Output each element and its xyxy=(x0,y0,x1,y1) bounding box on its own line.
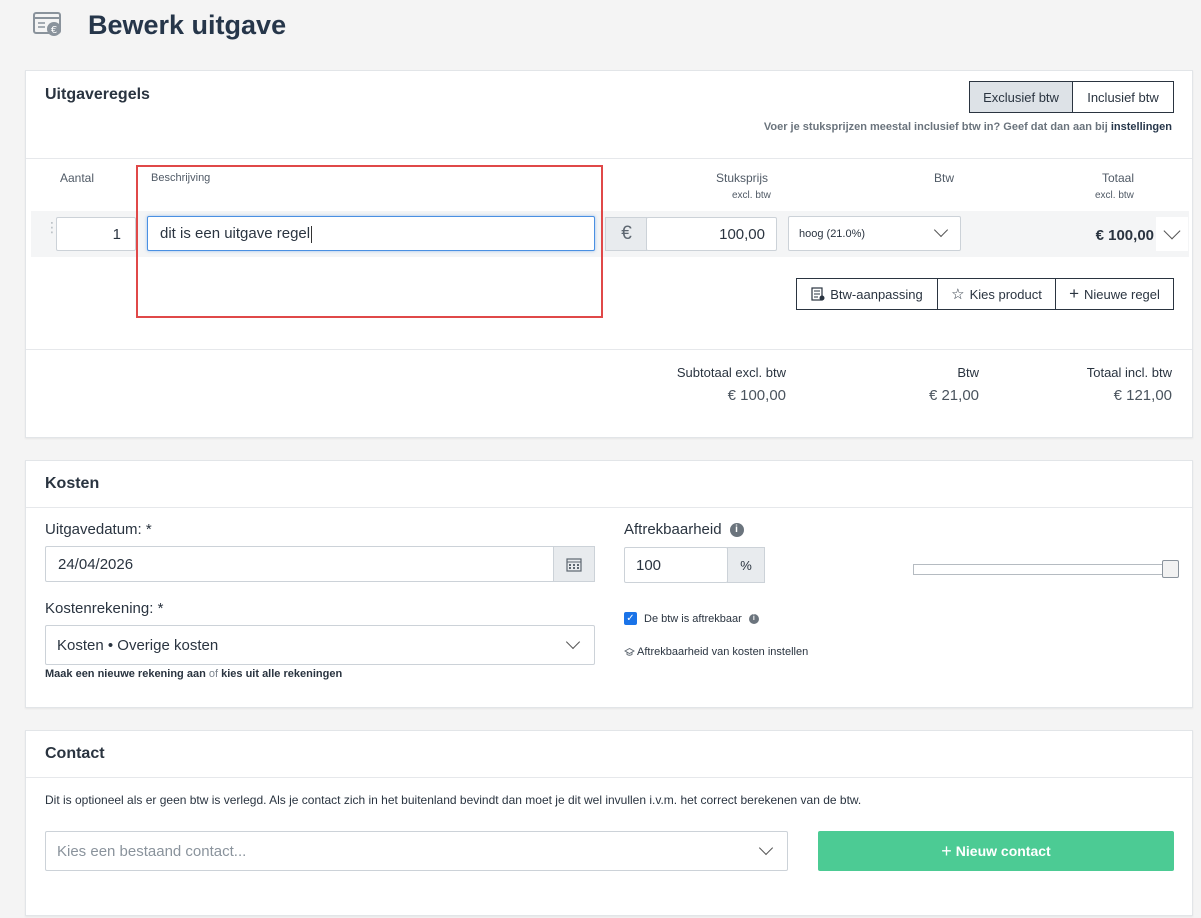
vat-deductible-checkbox[interactable]: ✓ xyxy=(624,612,637,625)
chevron-down-icon xyxy=(1163,222,1181,240)
exclusive-vat-button[interactable]: Exclusief btw xyxy=(970,82,1073,112)
summary-vat-value: € 21,00 xyxy=(928,387,979,404)
vat-adjust-button[interactable]: Btw-aanpassing xyxy=(796,278,938,310)
new-contact-button[interactable]: + Nieuw contact xyxy=(818,831,1174,871)
total-label: Totaal incl. btw xyxy=(1086,365,1172,380)
summary-vat-label: Btw xyxy=(957,365,979,380)
subtotal-value: € 100,00 xyxy=(727,387,786,404)
new-account-link[interactable]: Maak een nieuwe rekening aan xyxy=(45,668,206,680)
calendar-icon xyxy=(566,557,582,572)
chevron-down-icon xyxy=(758,840,774,856)
star-icon: ☆ xyxy=(951,286,965,303)
vat-mode-toggle: Exclusief btw Inclusief btw xyxy=(969,81,1174,113)
expense-lines-card: Uitgaveregels Exclusief btw Inclusief bt… xyxy=(25,70,1193,438)
plus-icon: + xyxy=(1069,284,1080,303)
inclusive-vat-button[interactable]: Inclusief btw xyxy=(1073,82,1173,112)
account-label: Kostenrekening: * xyxy=(45,600,164,617)
account-links: Maak een nieuwe rekening aan of kies uit… xyxy=(45,668,343,680)
row-total: € 100,00 xyxy=(1095,227,1154,244)
vat-deductible-label: De btw is aftrekbaar xyxy=(644,612,742,625)
new-line-button[interactable]: + Nieuwe regel xyxy=(1055,278,1174,310)
account-select[interactable]: Kosten • Overige kosten xyxy=(45,625,595,665)
vat-deductible-row: ✓ De btw is aftrekbaar i xyxy=(624,612,759,625)
currency-addon: € xyxy=(605,217,647,251)
contact-card: Contact Dit is optioneel als er geen btw… xyxy=(25,730,1193,916)
col-vat: Btw xyxy=(934,171,955,185)
contact-heading: Contact xyxy=(45,745,105,762)
deductibility-settings-link[interactable]: Aftrekbaarheid van kosten instellen xyxy=(624,646,808,658)
slider-fill xyxy=(914,565,1178,574)
date-input[interactable]: 24/04/2026 xyxy=(45,546,595,582)
expense-icon: € xyxy=(33,12,63,38)
deductibility-label: Aftrekbaarheid xyxy=(624,521,722,538)
divider xyxy=(26,349,1192,350)
date-label: Uitgavedatum: * xyxy=(45,521,152,538)
svg-text:€: € xyxy=(51,25,57,36)
divider xyxy=(26,158,1192,159)
graduation-cap-icon xyxy=(624,647,635,656)
info-icon[interactable]: i xyxy=(748,613,759,624)
vat-select[interactable]: hoog (21.0%) xyxy=(788,216,961,251)
col-total-sub: excl. btw xyxy=(1095,190,1134,201)
row-expand-button[interactable] xyxy=(1156,217,1188,251)
vat-hint: Voer je stuksprijzen meestal inclusief b… xyxy=(763,121,1172,133)
deductibility-input[interactable]: 100 xyxy=(624,547,728,583)
subtotal-label: Subtotaal excl. btw xyxy=(676,365,786,380)
col-unit-price-sub: excl. btw xyxy=(732,190,771,201)
unit-price-input[interactable]: 100,00 xyxy=(646,217,777,251)
costs-card: Kosten Uitgavedatum: * 24/04/2026 Kosten… xyxy=(25,460,1193,708)
divider xyxy=(26,507,1192,508)
divider xyxy=(26,777,1192,778)
calendar-button[interactable] xyxy=(553,546,595,582)
contact-description: Dit is optioneel als er geen btw is verl… xyxy=(45,793,862,807)
choose-all-accounts-link[interactable]: kies uit alle rekeningen xyxy=(221,668,342,680)
settings-link[interactable]: instellingen xyxy=(1111,121,1172,133)
col-total: Totaal xyxy=(1102,171,1135,185)
description-highlight xyxy=(136,165,603,318)
costs-heading: Kosten xyxy=(45,475,100,492)
info-icon[interactable]: i xyxy=(729,522,744,537)
col-unit-price: Stuksprijs xyxy=(716,171,769,185)
page-title: Bewerk uitgave xyxy=(88,10,287,40)
col-quantity: Aantal xyxy=(60,171,95,185)
total-value: € 121,00 xyxy=(1113,387,1172,404)
deductibility-label-row: Aftrekbaarheid i xyxy=(624,521,744,538)
expense-lines-heading: Uitgaveregels xyxy=(45,86,150,103)
receipt-icon xyxy=(811,287,825,301)
contact-select[interactable]: Kies een bestaand contact... xyxy=(45,831,788,871)
choose-product-button[interactable]: ☆ Kies product xyxy=(937,278,1056,310)
slider-handle[interactable] xyxy=(1162,560,1179,578)
quantity-input[interactable]: 1 xyxy=(56,217,136,251)
plus-icon: + xyxy=(941,840,952,861)
percent-addon: % xyxy=(727,547,765,583)
chevron-down-icon xyxy=(565,634,581,650)
chevron-down-icon xyxy=(933,222,949,238)
deductibility-slider[interactable] xyxy=(913,564,1179,575)
